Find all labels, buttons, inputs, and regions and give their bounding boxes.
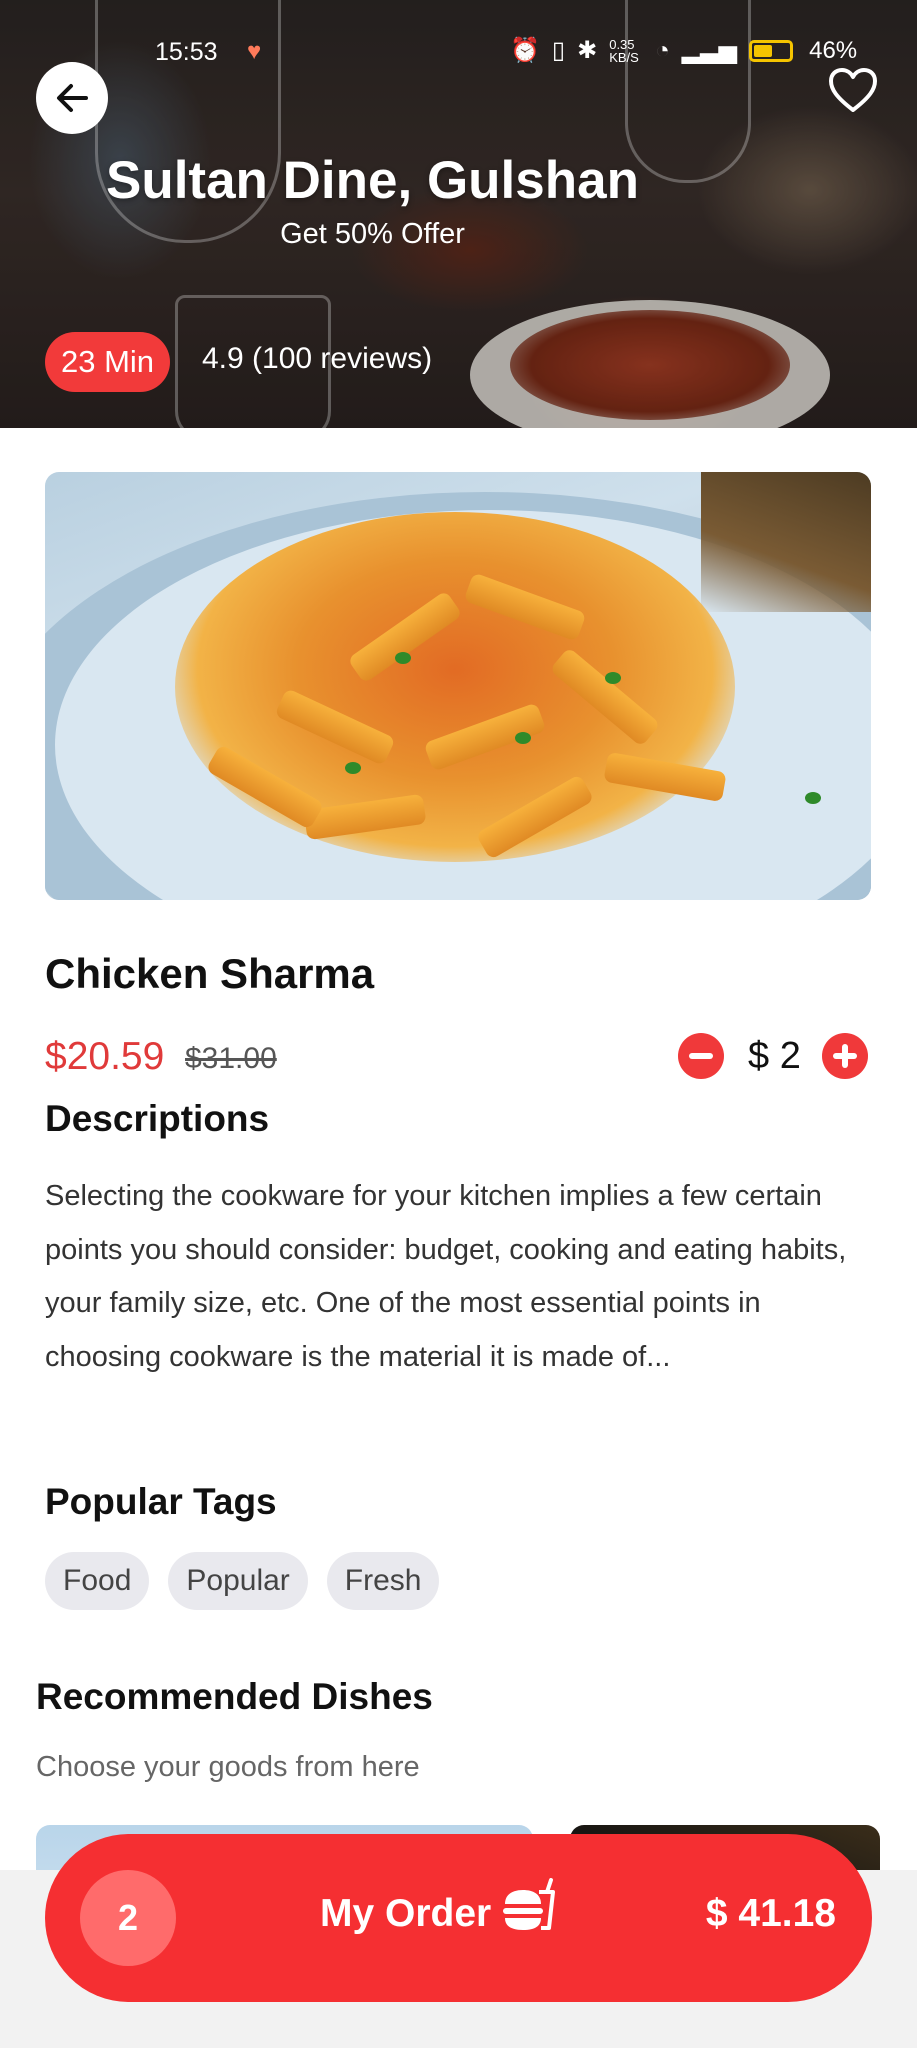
battery-icon <box>749 39 794 62</box>
my-order-label: My Order <box>320 1892 492 1935</box>
favorite-button[interactable] <box>826 64 880 118</box>
food-detail-screen: 15:53 ♥ ⏰ ▯ ✱ 0.35 KB/S ◔ ▂▃▅ 46% Sultan… <box>0 0 917 1870</box>
plate-decor <box>470 300 830 428</box>
decrease-quantity-button[interactable] <box>678 1033 724 1079</box>
descriptions-heading: Descriptions <box>45 1098 270 1139</box>
status-bar: 15:53 ♥ ⏰ ▯ ✱ 0.35 KB/S ◔ ▂▃▅ 46% <box>0 30 917 76</box>
vibrate-icon: ▯ <box>551 37 566 64</box>
tag-food[interactable]: Food <box>45 1552 150 1610</box>
pasta <box>175 512 735 862</box>
back-button[interactable] <box>36 62 108 134</box>
dish-image <box>45 472 871 900</box>
quantity-value: $ 2 <box>748 1035 801 1077</box>
restaurant-rating: 4.9 (100 reviews) <box>202 342 433 375</box>
tag-list: Food Popular Fresh <box>45 1552 440 1610</box>
burger-drink-icon <box>503 1878 555 1930</box>
order-total: $ 41.18 <box>705 1892 836 1935</box>
status-time: 15:53 <box>155 38 218 66</box>
recommended-heading: Recommended Dishes <box>36 1676 433 1717</box>
herb-garnish <box>345 762 361 774</box>
battery-percent: 46% <box>809 36 858 64</box>
popular-tags-heading: Popular Tags <box>45 1481 277 1522</box>
restaurant-name: Sultan Dine, Gulshan <box>105 151 639 210</box>
alarm-icon: ⏰ <box>510 37 540 64</box>
increase-quantity-button[interactable] <box>822 1033 868 1079</box>
status-icons: ⏰ ▯ ✱ 0.35 KB/S ◔ ▂▃▅ 46% <box>510 36 857 65</box>
wood-board <box>701 472 871 612</box>
network-speed: 0.35 KB/S <box>609 36 639 65</box>
herb-garnish <box>805 792 821 804</box>
herb-garnish <box>395 652 411 664</box>
dish-old-price: $31.00 <box>185 1042 277 1075</box>
food-decor <box>510 310 790 420</box>
order-count-badge: 2 <box>80 1870 176 1966</box>
description-text: Selecting the cookware for your kitchen … <box>45 1180 847 1373</box>
restaurant-offer: Get 50% Offer <box>280 218 465 250</box>
dish-price: $20.59 <box>45 1035 165 1078</box>
bluetooth-icon: ✱ <box>577 37 598 64</box>
heart-icon <box>829 68 877 112</box>
health-icon: ♥ <box>247 38 262 65</box>
signal-icon: ▂▃▅ <box>681 37 738 64</box>
recommended-subtitle: Choose your goods from here <box>36 1751 420 1783</box>
delivery-time-badge: 23 Min <box>45 332 171 392</box>
tag-popular[interactable]: Popular <box>168 1552 308 1610</box>
herb-garnish <box>605 672 621 684</box>
back-arrow-icon <box>57 84 88 112</box>
dish-name: Chicken Sharma <box>45 950 375 997</box>
tag-fresh[interactable]: Fresh <box>326 1552 440 1610</box>
my-order-button[interactable]: 2 My Order $ 41.18 <box>45 1834 872 2002</box>
herb-garnish <box>515 732 531 744</box>
wifi-icon: ◔ <box>655 36 670 64</box>
